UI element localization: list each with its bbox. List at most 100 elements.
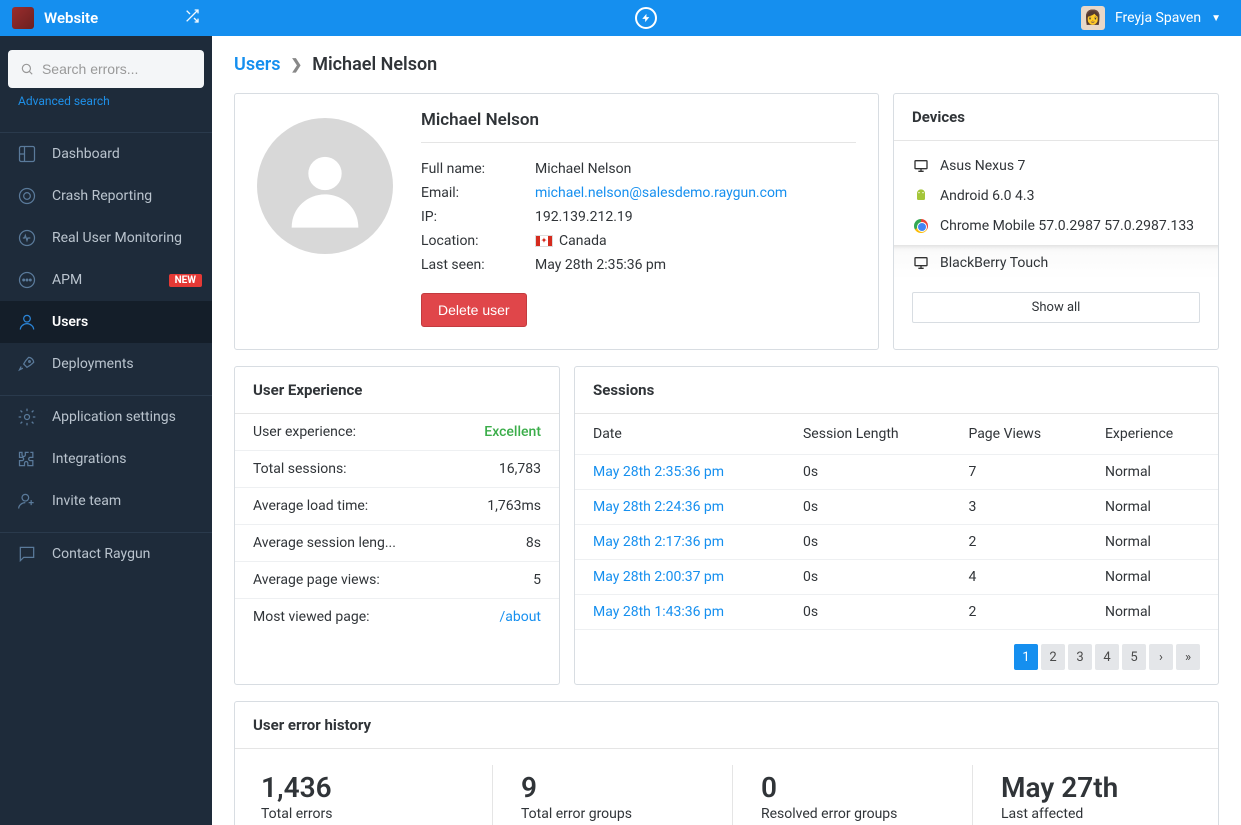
sessions-title: Sessions — [575, 367, 1218, 414]
ue-label: Total sessions: — [253, 461, 347, 477]
session-row: May 28th 1:43:36 pm0s2Normal — [575, 595, 1218, 630]
device-item: Asus Nexus 7 — [912, 151, 1200, 181]
page-5[interactable]: 5 — [1122, 644, 1146, 670]
chevron-down-icon: ▼ — [1211, 13, 1221, 24]
stat-label: Last affected — [1001, 806, 1185, 822]
ue-label: Most viewed page: — [253, 609, 370, 625]
session-pageviews: 3 — [950, 490, 1087, 525]
session-experience: Normal — [1087, 490, 1218, 525]
session-length: 0s — [785, 490, 950, 525]
puzzle-icon — [16, 448, 38, 470]
sidebar-item-rum[interactable]: Real User Monitoring — [0, 217, 212, 259]
session-length: 0s — [785, 455, 950, 490]
session-row: May 28th 2:35:36 pm0s7Normal — [575, 455, 1218, 490]
stat-label: Total error groups — [521, 806, 704, 822]
main-content: Users ❯ Michael Nelson Michael Nelson Fu… — [212, 0, 1241, 825]
sidebar-item-integrations[interactable]: Integrations — [0, 438, 212, 480]
breadcrumb-root[interactable]: Users — [234, 54, 281, 75]
sidebar-item-deployments[interactable]: Deployments — [0, 343, 212, 385]
device-label: Chrome Mobile 57.0.2987 57.0.2987.133 — [940, 218, 1194, 234]
ue-label: User experience: — [253, 424, 356, 440]
value-email[interactable]: michael.nelson@salesdemo.raygun.com — [535, 185, 787, 201]
shuffle-icon[interactable] — [184, 8, 200, 28]
value-location: Canada — [559, 233, 607, 249]
page-4[interactable]: 4 — [1095, 644, 1119, 670]
ue-value: 5 — [533, 572, 541, 588]
session-date-link[interactable]: May 28th 2:24:36 pm — [593, 499, 724, 515]
ue-value[interactable]: /about — [499, 609, 541, 625]
value-ip: 192.139.212.19 — [535, 209, 633, 225]
sidebar-item-invite-team[interactable]: Invite team — [0, 480, 212, 522]
dots-icon — [16, 269, 38, 291]
value-lastseen: May 28th 2:35:36 pm — [535, 257, 666, 273]
stat-number: 9 — [521, 771, 704, 804]
stat-number: 0 — [761, 771, 944, 804]
session-length: 0s — [785, 525, 950, 560]
ue-row: Average page views: 5 — [235, 562, 559, 599]
user-avatar-icon: 👩 — [1081, 6, 1105, 30]
value-fullname: Michael Nelson — [535, 161, 631, 177]
label-location: Location: — [421, 233, 535, 249]
rocket-icon — [16, 353, 38, 375]
session-experience: Normal — [1087, 595, 1218, 630]
devices-card: Devices Asus Nexus 7 Android 6.0 4.3 — [893, 93, 1219, 350]
ue-value: 16,783 — [499, 461, 541, 477]
ue-label: Average page views: — [253, 572, 380, 588]
session-date-link[interactable]: May 28th 2:17:36 pm — [593, 534, 724, 550]
session-row: May 28th 2:24:36 pm 0s3Normal — [575, 490, 1218, 525]
sidebar-item-dashboard[interactable]: Dashboard — [0, 133, 212, 175]
stat-block: 0Resolved error groups — [733, 765, 973, 825]
sidebar-item-settings[interactable]: Application settings — [0, 396, 212, 438]
show-all-button[interactable]: Show all — [912, 292, 1200, 323]
page-next[interactable]: › — [1149, 644, 1173, 670]
pager: 12345›» — [575, 630, 1218, 684]
session-row: May 28th 2:00:37 pm0s4Normal — [575, 560, 1218, 595]
session-length: 0s — [785, 595, 950, 630]
page-3[interactable]: 3 — [1068, 644, 1092, 670]
stat-number: 1,436 — [261, 771, 464, 804]
ue-row: Average session leng...8s — [235, 525, 559, 562]
invite-icon — [16, 490, 38, 512]
session-experience: Normal — [1087, 455, 1218, 490]
label-fullname: Full name: — [421, 161, 535, 177]
search-input[interactable] — [42, 61, 192, 77]
lightning-icon[interactable] — [635, 7, 657, 29]
sidebar-item-users[interactable]: Users — [0, 301, 212, 343]
delete-user-button[interactable]: Delete user — [421, 293, 527, 327]
search-box[interactable] — [8, 50, 204, 88]
sidebar-item-crash-reporting[interactable]: Crash Reporting — [0, 175, 212, 217]
sidebar-item-label: Invite team — [52, 493, 121, 509]
sidebar-item-apm[interactable]: APM NEW — [0, 259, 212, 301]
page-last[interactable]: » — [1176, 644, 1200, 670]
user-experience-card: User Experience User experience:Excellen… — [234, 366, 560, 685]
chevron-right-icon: ❯ — [291, 57, 303, 73]
profile-name: Michael Nelson — [421, 110, 856, 143]
error-history-card: User error history 1,436 Total errors 9 Tot… — [234, 701, 1219, 825]
col-date: Date — [575, 414, 785, 455]
device-label: Android 6.0 4.3 — [940, 188, 1034, 204]
history-title: User error history — [235, 702, 1218, 749]
stat-block: May 27thLast affected — [973, 765, 1213, 825]
new-badge: NEW — [169, 274, 202, 287]
device-item: Chrome Mobile 57.0.2987 57.0.2987.133 — [912, 211, 1200, 241]
app-name: Website — [44, 9, 98, 27]
session-date-link[interactable]: May 28th 1:43:36 pm — [593, 604, 724, 620]
advanced-search-link[interactable]: Advanced search — [8, 88, 204, 118]
session-date-link[interactable]: May 28th 2:35:36 pm — [593, 464, 724, 480]
ue-row: Average load time:1,763ms — [235, 488, 559, 525]
session-date-link[interactable]: May 28th 2:00:37 pm — [593, 569, 724, 585]
user-menu[interactable]: 👩 Freyja Spaven ▼ — [1081, 6, 1241, 30]
stat-label: Total errors — [261, 806, 464, 822]
ue-value: 8s — [526, 535, 541, 551]
monitor-icon — [912, 157, 930, 175]
sidebar-item-label: Deployments — [52, 356, 134, 372]
device-label: BlackBerry Touch — [940, 255, 1048, 271]
pulse-icon — [16, 227, 38, 249]
sidebar-item-contact[interactable]: Contact Raygun — [0, 533, 212, 575]
page-2[interactable]: 2 — [1041, 644, 1065, 670]
target-icon — [16, 185, 38, 207]
devices-title: Devices — [894, 94, 1218, 141]
ue-value: 1,763ms — [487, 498, 541, 514]
page-1[interactable]: 1 — [1014, 644, 1038, 670]
brand-area: Website — [0, 7, 212, 29]
